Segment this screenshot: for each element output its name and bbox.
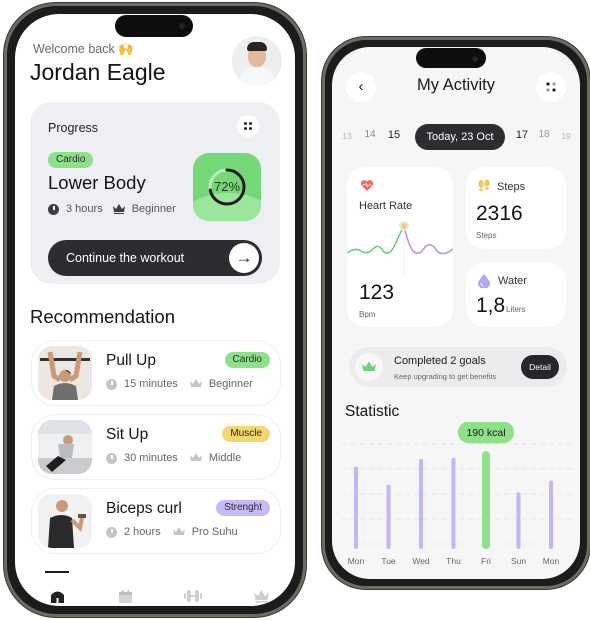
goals-title: Completed 2 goals	[394, 355, 486, 367]
goals-subtitle: Keep upgrading to get benefits	[394, 372, 497, 381]
activity-screen: ‹ My Activity 13 14 15 Today, 23 Oct 17 …	[332, 47, 580, 579]
nav-calendar[interactable]	[111, 584, 139, 606]
x-tick-label: Fri	[481, 556, 491, 566]
bar-mon[interactable]	[549, 480, 553, 549]
water-drop-icon	[478, 274, 490, 288]
statistic-title: Statistic	[345, 403, 400, 420]
biceps-curl-photo	[38, 494, 92, 548]
category-badge: Cardio	[48, 152, 94, 168]
crown-icon	[189, 453, 202, 463]
nav-workout[interactable]	[179, 584, 207, 606]
workout-meta: 3 hours Beginner	[48, 203, 176, 215]
clock-icon	[106, 378, 117, 390]
detail-button[interactable]: Detail	[521, 355, 559, 379]
clock-icon	[106, 452, 117, 464]
bar-sun[interactable]	[516, 492, 521, 549]
clock-icon	[48, 203, 59, 215]
heart-rate-card[interactable]: Heart Rate 123 Bpm	[347, 167, 453, 327]
x-tick-label: Sun	[511, 556, 526, 566]
welcome-text: Welcome back 🙌	[33, 42, 134, 56]
grid-dots-icon	[546, 82, 556, 92]
home-screen: Welcome back 🙌 Jordan Eagle Progress Car…	[15, 14, 295, 606]
date-strip: 13 14 15 Today, 23 Oct 17 18 19	[332, 124, 580, 150]
crown-icon	[253, 590, 269, 603]
crown-icon	[172, 527, 185, 537]
user-name: Jordan Eagle	[30, 59, 166, 85]
recommendation-item[interactable]: Biceps curl Strenght 2 hours Pro Suhu	[31, 488, 281, 554]
dumbbell-icon	[184, 590, 202, 602]
crown-icon	[112, 204, 125, 214]
bar-mon[interactable]	[354, 466, 358, 549]
heart-rate-graph	[347, 221, 453, 275]
activity-phone: ‹ My Activity 13 14 15 Today, 23 Oct 17 …	[322, 37, 590, 589]
bar-thu[interactable]	[451, 457, 456, 549]
crown-icon	[355, 353, 383, 381]
goals-banner: Completed 2 goals Keep upgrading to get …	[349, 347, 567, 387]
sit-up-photo	[38, 420, 92, 474]
clock-icon	[106, 526, 117, 538]
footsteps-icon	[478, 179, 490, 192]
date-item[interactable]: 17	[516, 129, 528, 141]
statistic-chart: Mon Tue Wed Thu Fri 190 kcal Sun Mon	[342, 422, 572, 566]
steps-card[interactable]: Steps 2316 Steps	[466, 167, 566, 249]
date-item[interactable]: 19	[561, 131, 570, 141]
recommendation-item[interactable]: Sit Up Muscle 30 minutes Middle	[31, 414, 281, 480]
x-tick-label: Mon	[348, 556, 365, 566]
more-options-button[interactable]	[536, 72, 566, 102]
bar-fri[interactable]	[482, 451, 490, 549]
progress-card: Progress Cardio Lower Body 3 hours Begin…	[30, 102, 280, 284]
water-card[interactable]: Water 1,8 Liters	[466, 262, 566, 327]
pull-up-photo	[38, 346, 92, 400]
avatar[interactable]	[232, 36, 282, 86]
nav-active-indicator	[45, 571, 69, 573]
more-options-button[interactable]	[237, 115, 259, 137]
date-item[interactable]: 13	[342, 131, 351, 141]
dynamic-island	[115, 15, 193, 37]
continue-workout-button[interactable]: Continue the workout →	[48, 240, 262, 276]
date-today[interactable]: Today, 23 Oct	[415, 124, 505, 150]
x-tick-label: Tue	[381, 556, 396, 566]
nav-premium[interactable]	[247, 584, 275, 606]
category-badge: Strenght	[216, 500, 270, 516]
recommendation-title: Recommendation	[30, 306, 175, 327]
heart-icon	[360, 180, 374, 191]
arrow-right-icon: →	[229, 243, 259, 273]
calendar-icon	[118, 589, 132, 603]
x-tick-label: Wed	[412, 556, 430, 566]
bar-tue[interactable]	[386, 484, 391, 549]
bottom-nav	[15, 584, 295, 606]
crown-icon	[189, 379, 202, 389]
bar-wed[interactable]	[419, 458, 423, 549]
home-phone: Welcome back 🙌 Jordan Eagle Progress Car…	[4, 3, 306, 617]
nav-home[interactable]	[43, 584, 71, 606]
category-badge: Muscle	[222, 426, 270, 442]
bar-value-label: 190 kcal	[466, 427, 505, 439]
progress-percent: 72%	[213, 179, 241, 194]
recommendation-item[interactable]: Pull Up Cardio 15 minutes Beginner	[31, 340, 281, 406]
clap-icon: 🙌	[118, 42, 134, 56]
date-item[interactable]: 14	[364, 129, 375, 140]
date-item[interactable]: 15	[388, 129, 400, 141]
home-icon	[50, 591, 64, 603]
x-tick-label: Mon	[543, 556, 560, 566]
dynamic-island	[416, 48, 486, 68]
category-badge: Cardio	[224, 352, 270, 368]
progress-ring: 72%	[193, 153, 261, 221]
workout-title: Lower Body	[48, 172, 146, 193]
progress-title: Progress	[48, 121, 99, 135]
x-tick-label: Thu	[446, 556, 461, 566]
date-item[interactable]: 18	[538, 129, 549, 140]
